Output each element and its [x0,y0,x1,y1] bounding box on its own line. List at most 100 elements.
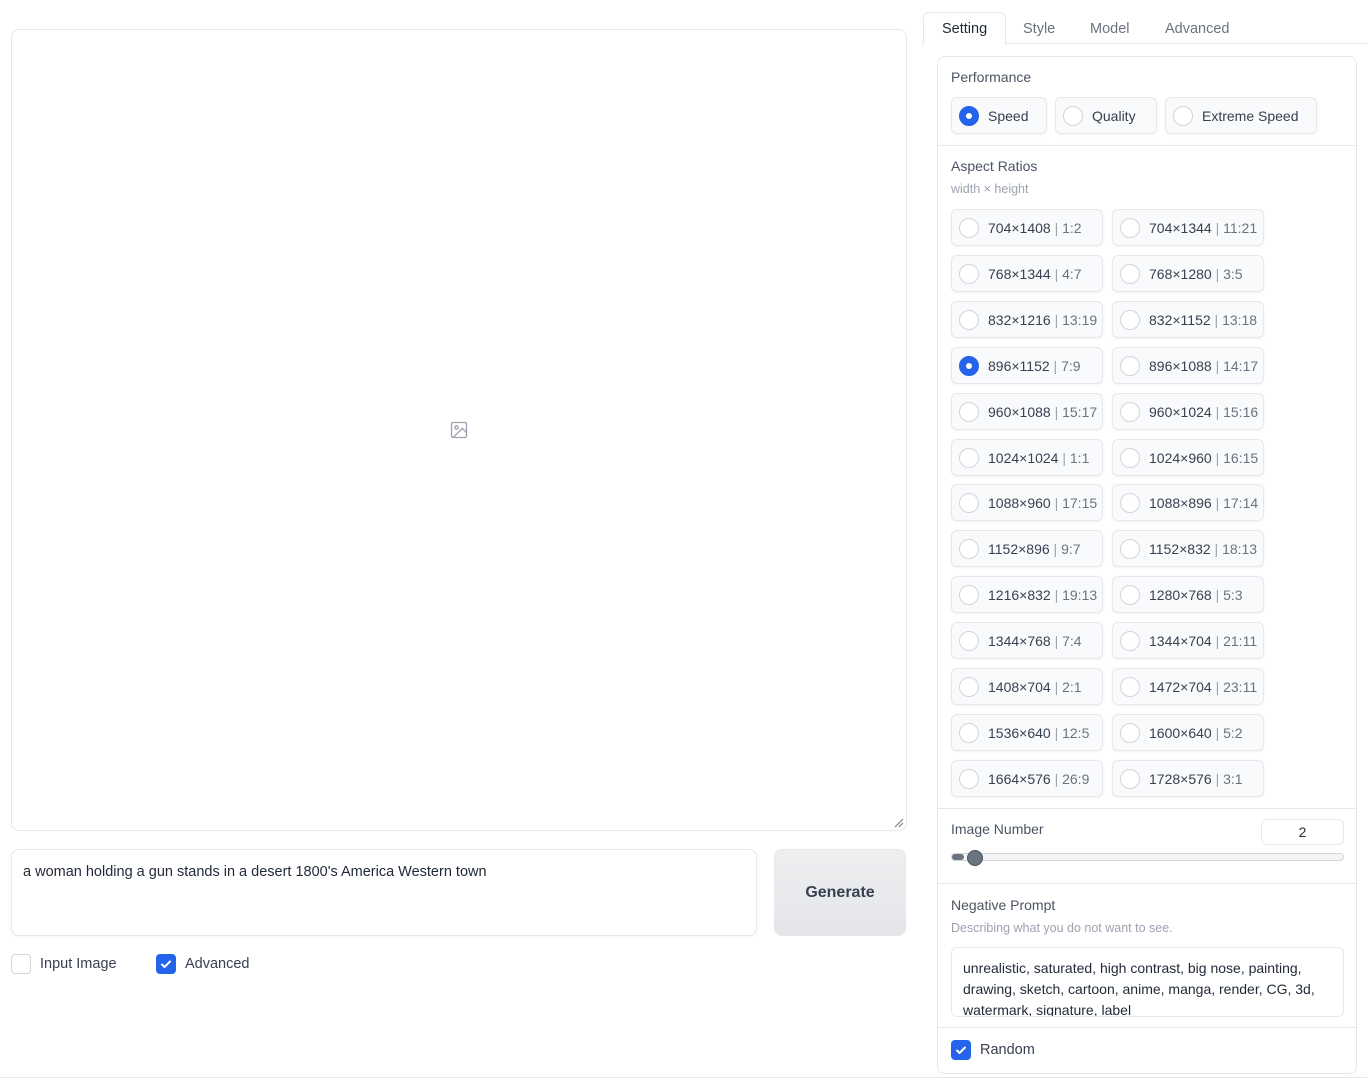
ratio-size: 1024×960 [1149,449,1212,466]
slider-thumb[interactable] [966,850,983,866]
aspect-ratio-option[interactable]: 1152×896 | 9:7 [951,530,1103,567]
aspect-ratio-option[interactable]: 960×1088 | 15:17 [951,393,1103,430]
aspect-ratio-option[interactable]: 704×1344 | 11:21 [1112,209,1264,246]
radio-button[interactable] [1120,768,1140,789]
ratio-separator: | [1050,403,1063,420]
ratio-separator: | [1050,219,1063,236]
ratio-separator: | [1211,770,1224,787]
aspect-ratio-option[interactable]: 832×1152 | 13:18 [1112,301,1264,338]
settings-panel: Performance Speed Quality Extreme Speed … [937,56,1357,1074]
radio-button[interactable] [959,538,979,559]
radio-button[interactable] [1120,722,1140,743]
radio-button[interactable] [959,309,979,330]
aspect-ratios-sublabel: width × height [951,182,1029,196]
aspect-ratio-option[interactable]: 768×1344 | 4:7 [951,255,1103,292]
radio-button[interactable] [959,105,979,126]
tab-setting[interactable]: Setting [923,12,1007,45]
aspect-ratio-option[interactable]: 1408×704 | 2:1 [951,668,1103,705]
radio-button[interactable] [1120,217,1140,238]
radio-button[interactable] [959,401,979,422]
aspect-ratios-section: Aspect Ratios width × height 704×1408 | … [938,146,1356,809]
radio-button[interactable] [959,584,979,605]
ratio-separator: | [1211,494,1224,511]
radio-button[interactable] [1120,584,1140,605]
aspect-ratio-option[interactable]: 1664×576 | 26:9 [951,760,1103,797]
aspect-ratio-option[interactable]: 704×1408 | 1:2 [951,209,1103,246]
aspect-ratio-option[interactable]: 896×1088 | 14:17 [1112,347,1264,384]
radio-button[interactable] [959,676,979,697]
aspect-ratio-option[interactable]: 1344×704 | 21:11 [1112,622,1264,659]
ratio-value: 14:17 [1223,357,1259,374]
radio-button[interactable] [1120,263,1140,284]
output-gallery[interactable] [11,29,907,831]
prompt-input[interactable]: a woman holding a gun stands in a desert… [12,850,756,935]
ratio-value: 19:13 [1062,586,1098,603]
image-number-slider[interactable] [951,853,1344,861]
radio-button[interactable] [959,722,979,743]
ratio-size: 896×1152 [988,357,1050,374]
random-option[interactable]: Random [951,1040,1035,1060]
radio-button[interactable] [1120,447,1140,468]
aspect-ratio-option[interactable]: 1280×768 | 5:3 [1112,576,1264,613]
aspect-ratio-option[interactable]: 1152×832 | 18:13 [1112,530,1264,567]
ratio-value: 15:16 [1223,403,1259,420]
radio-button[interactable] [1063,105,1083,126]
aspect-ratio-option[interactable]: 1024×960 | 16:15 [1112,439,1264,476]
radio-button[interactable] [959,355,979,376]
input-image-checkbox[interactable] [11,954,31,974]
aspect-ratio-option[interactable]: 768×1280 | 3:5 [1112,255,1264,292]
tab-advanced[interactable]: Advanced [1147,12,1248,45]
random-label: Random [980,1042,1035,1058]
radio-button[interactable] [959,630,979,651]
radio-button[interactable] [1120,676,1140,697]
radio-button[interactable] [1120,630,1140,651]
generate-button[interactable]: Generate [774,849,906,936]
aspect-ratio-option[interactable]: 1024×1024 | 1:1 [951,439,1103,476]
ratio-size: 1088×960 [988,494,1051,511]
resize-handle-icon[interactable] [894,818,904,828]
aspect-ratio-option[interactable]: 832×1216 | 13:19 [951,301,1103,338]
aspect-ratio-option[interactable]: 1536×640 | 12:5 [951,714,1103,751]
radio-button[interactable] [959,768,979,789]
performance-section: Performance Speed Quality Extreme Speed [938,57,1356,146]
performance-option-extreme-speed[interactable]: Extreme Speed [1165,97,1317,134]
negative-prompt-input[interactable]: unrealistic, saturated, high contrast, b… [952,948,1343,1016]
performance-option-quality[interactable]: Quality [1055,97,1157,134]
radio-button[interactable] [959,263,979,284]
aspect-ratio-option[interactable]: 1344×768 | 7:4 [951,622,1103,659]
ratio-separator: | [1049,357,1062,374]
ratio-value: 7:9 [1061,357,1081,374]
advanced-checkbox[interactable] [156,954,176,974]
radio-button[interactable] [959,447,979,468]
ratio-separator: | [1211,586,1224,603]
aspect-ratio-option[interactable]: 1600×640 | 5:2 [1112,714,1264,751]
ratio-value: 13:19 [1062,311,1098,328]
random-checkbox[interactable] [951,1040,971,1060]
radio-button[interactable] [1120,401,1140,422]
aspect-ratio-option[interactable]: 1216×832 | 19:13 [951,576,1103,613]
aspect-ratio-option[interactable]: 896×1152 | 7:9 [951,347,1103,384]
image-number-input[interactable]: 2 [1261,819,1344,845]
radio-button[interactable] [1120,309,1140,330]
advanced-option[interactable]: Advanced [156,954,250,974]
ratio-size: 1280×768 [1149,586,1212,603]
aspect-ratio-option[interactable]: 960×1024 | 15:16 [1112,393,1264,430]
radio-button[interactable] [1120,492,1140,513]
input-image-option[interactable]: Input Image [11,954,117,974]
aspect-ratio-option[interactable]: 1472×704 | 23:11 [1112,668,1264,705]
radio-button[interactable] [959,217,979,238]
radio-button[interactable] [1120,538,1140,559]
ratio-value: 26:9 [1062,770,1090,787]
ratio-separator: | [1050,311,1063,328]
aspect-ratio-option[interactable]: 1728×576 | 3:1 [1112,760,1264,797]
radio-button[interactable] [1173,105,1193,126]
radio-button[interactable] [1120,355,1140,376]
performance-option-speed[interactable]: Speed [951,97,1047,134]
ratio-value: 1:1 [1069,449,1090,466]
aspect-ratio-option[interactable]: 1088×960 | 17:15 [951,484,1103,521]
radio-button[interactable] [959,492,979,513]
image-icon [450,421,468,439]
aspect-ratio-option[interactable]: 1088×896 | 17:14 [1112,484,1264,521]
tab-style[interactable]: Style [1005,12,1073,45]
tab-model[interactable]: Model [1072,12,1148,45]
